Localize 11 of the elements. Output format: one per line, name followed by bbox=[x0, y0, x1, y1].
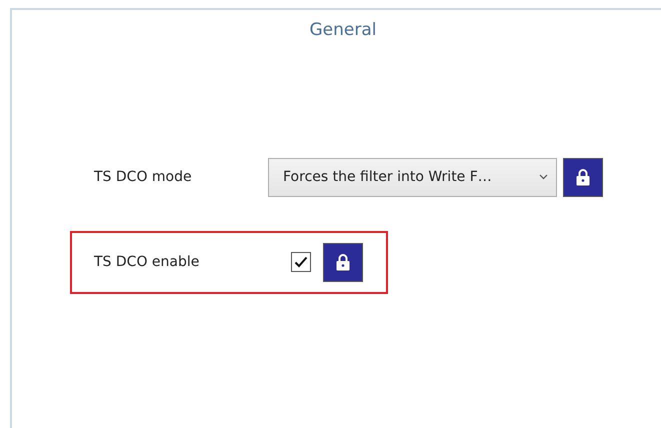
checkbox[interactable] bbox=[291, 252, 311, 272]
lock-button[interactable] bbox=[563, 158, 603, 196]
lock-icon bbox=[576, 168, 590, 186]
lock-icon bbox=[336, 253, 350, 271]
panel-title: General bbox=[308, 19, 378, 42]
caret-icon bbox=[539, 174, 548, 180]
check-icon bbox=[294, 256, 308, 268]
dropdown[interactable]: Forces the filter into Write F… bbox=[268, 158, 557, 196]
setting-label: TS DCO mode bbox=[94, 168, 193, 186]
lock-button[interactable] bbox=[323, 242, 363, 282]
setting-label: TS DCO enable bbox=[94, 252, 200, 272]
